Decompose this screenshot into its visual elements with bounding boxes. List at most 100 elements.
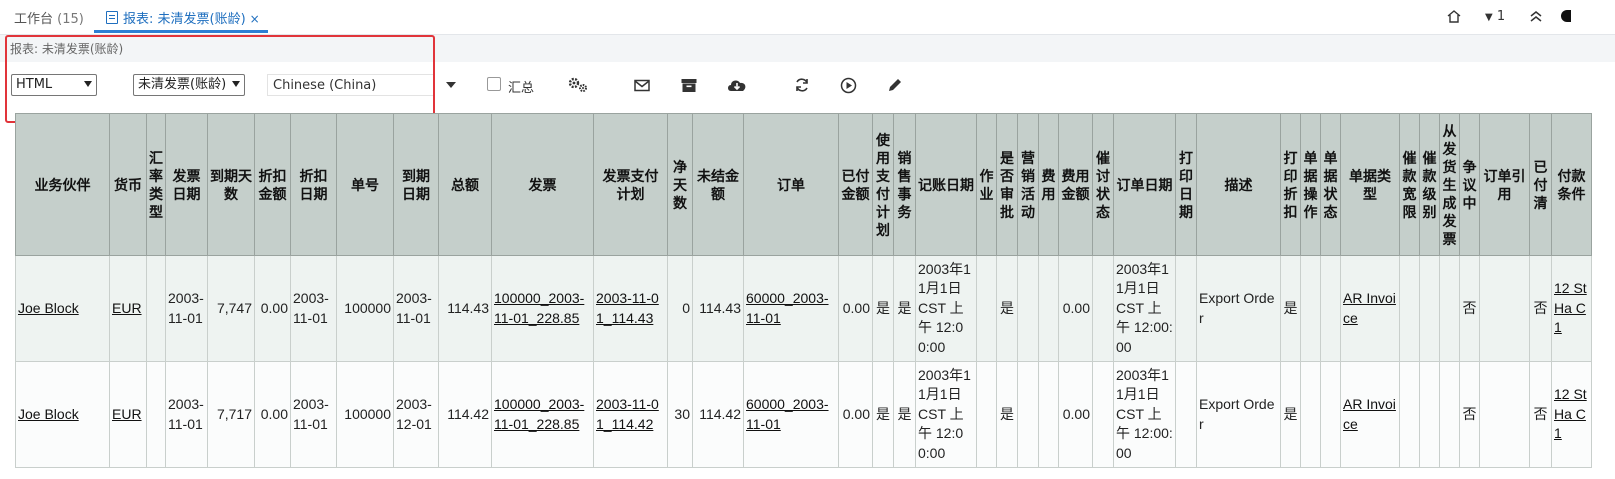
cell-link[interactable]: 12 St Ha C1 — [1554, 386, 1587, 441]
cell-link[interactable]: 100000_2003-11-01_228.85 — [494, 290, 584, 326]
column-header[interactable]: 未结金额 — [692, 113, 744, 256]
column-header[interactable]: 单据状态 — [1320, 113, 1341, 256]
column-header[interactable]: 业务伙伴 — [15, 113, 110, 256]
table-cell[interactable]: EUR — [109, 255, 147, 362]
column-header[interactable]: 到期天数 — [207, 113, 255, 256]
table-cell: 0.00 — [1058, 361, 1093, 468]
cell-link[interactable]: AR Invoice — [1343, 290, 1396, 326]
column-header[interactable]: 从发货生成发票 — [1439, 113, 1460, 256]
column-header[interactable]: 打印折扣 — [1280, 113, 1301, 256]
column-header[interactable]: 发票日期 — [165, 113, 208, 256]
language-select[interactable]: Chinese (China) — [267, 74, 435, 96]
tab-report[interactable]: 报表: 未清发票(账龄) × — [106, 8, 260, 27]
table-cell[interactable]: 60000_2003-11-01 — [743, 361, 839, 468]
column-header[interactable]: 催款级别 — [1419, 113, 1440, 256]
table-row[interactable]: Joe Block EUR 2003-11-01 7,717 0.00 2003-11-0… — [15, 361, 1592, 468]
column-header[interactable]: 付款条件 — [1551, 113, 1592, 256]
table-cell[interactable]: Joe Block — [15, 361, 110, 468]
table-cell — [976, 255, 997, 362]
column-header[interactable]: 汇率类型 — [146, 113, 166, 256]
cell-link[interactable]: Joe Block — [18, 406, 79, 422]
column-header[interactable]: 到期日期 — [393, 113, 439, 256]
column-header[interactable]: 打印日期 — [1175, 113, 1197, 256]
column-header[interactable]: 单号 — [336, 113, 394, 256]
cell-link[interactable]: 60000_2003-11-01 — [746, 290, 829, 326]
summary-checkbox[interactable] — [487, 77, 501, 91]
cell-link[interactable]: 12 St Ha C1 — [1554, 280, 1587, 335]
column-header[interactable]: 单据类型 — [1340, 113, 1400, 256]
play-icon[interactable] — [836, 74, 860, 96]
table-cell[interactable]: Joe Block — [15, 255, 110, 362]
column-header[interactable]: 描述 — [1196, 113, 1281, 256]
report-icon — [106, 11, 118, 24]
column-header[interactable]: 已付清 — [1529, 113, 1552, 256]
table-cell[interactable]: 12 St Ha C1 — [1551, 255, 1592, 362]
table-cell: 2003年11月1日 CST 上午 12:00:00 — [1113, 255, 1176, 362]
column-header[interactable]: 订单 — [743, 113, 839, 256]
table-cell: 2003-11-01 — [165, 361, 208, 468]
column-header[interactable]: 已付金额 — [838, 113, 873, 256]
table-row[interactable]: Joe Block EUR 2003-11-01 7,747 0.00 2003-11-0… — [15, 255, 1592, 362]
cell-link[interactable]: 60000_2003-11-01 — [746, 396, 829, 432]
column-header[interactable]: 发票支付计划 — [593, 113, 668, 256]
column-header[interactable]: 费用 — [1038, 113, 1059, 256]
cloud-download-icon[interactable] — [725, 74, 749, 96]
page-title: 报表: 未清发票(账龄) — [10, 42, 124, 56]
archive-icon[interactable] — [677, 74, 701, 96]
notification-dropdown[interactable]: ▼ 1 — [1485, 9, 1505, 24]
column-header[interactable]: 争议中 — [1459, 113, 1480, 256]
table-cell[interactable]: 100000_2003-11-01_228.85 — [491, 361, 594, 468]
home-icon[interactable] — [1446, 9, 1462, 27]
table-cell[interactable]: 2003-11-01_114.42 — [593, 361, 668, 468]
column-header[interactable]: 净天数 — [667, 113, 693, 256]
collapse-icon[interactable] — [1529, 9, 1543, 27]
column-header[interactable]: 单据操作 — [1300, 113, 1321, 256]
report-select[interactable]: 未清发票(账龄) — [133, 74, 245, 96]
language-dropdown-icon[interactable] — [446, 82, 456, 88]
table-cell[interactable]: 100000_2003-11-01_228.85 — [491, 255, 594, 362]
cell-link[interactable]: 100000_2003-11-01_228.85 — [494, 396, 584, 432]
table-cell[interactable]: AR Invoice — [1340, 255, 1400, 362]
cell-link[interactable]: 2003-11-01_114.42 — [596, 396, 659, 432]
cell-link[interactable]: 2003-11-01_114.43 — [596, 290, 659, 326]
table-cell: 2003-11-01 — [290, 361, 337, 468]
column-header[interactable]: 是否审批 — [996, 113, 1018, 256]
table-cell: 0.00 — [838, 361, 873, 468]
cell-link[interactable]: EUR — [112, 300, 142, 316]
table-cell: 是 — [872, 255, 894, 362]
mail-icon[interactable] — [630, 74, 654, 96]
settings-icon[interactable] — [566, 74, 590, 96]
cell-link[interactable]: AR Invoice — [1343, 396, 1396, 432]
edit-icon[interactable] — [883, 74, 907, 96]
column-header[interactable]: 催讨状态 — [1092, 113, 1114, 256]
table-body: Joe Block EUR 2003-11-01 7,747 0.00 2003-11-0… — [15, 255, 1592, 468]
column-header[interactable]: 销售事务 — [893, 113, 916, 256]
column-header[interactable]: 催款宽限 — [1399, 113, 1420, 256]
table-cell[interactable]: AR Invoice — [1340, 361, 1400, 468]
column-header[interactable]: 使用支付计划 — [872, 113, 894, 256]
table-cell[interactable]: 12 St Ha C1 — [1551, 361, 1592, 468]
tab-workbench[interactable]: 工作台 (15) — [14, 8, 84, 27]
table-cell[interactable]: 2003-11-01_114.43 — [593, 255, 668, 362]
refresh-icon[interactable] — [790, 74, 814, 96]
column-header[interactable]: 营销活动 — [1017, 113, 1039, 256]
column-header[interactable]: 货币 — [109, 113, 147, 256]
chevron-down-icon — [84, 81, 92, 87]
cell-link[interactable]: Joe Block — [18, 300, 79, 316]
column-header[interactable]: 作业 — [976, 113, 997, 256]
column-header[interactable]: 折扣金额 — [254, 113, 291, 256]
cell-link[interactable]: EUR — [112, 406, 142, 422]
report-table-container[interactable]: 业务伙伴 货币 汇率类型 发票日期 到期天数 折扣金额 折扣日期 单号 到期日期 总额 发票 发票支付… — [15, 113, 1615, 479]
column-header[interactable]: 总额 — [438, 113, 492, 256]
column-header[interactable]: 费用金额 — [1058, 113, 1093, 256]
avatar[interactable] — [1561, 10, 1571, 22]
column-header[interactable]: 订单引用 — [1479, 113, 1530, 256]
column-header[interactable]: 发票 — [491, 113, 594, 256]
table-cell[interactable]: 60000_2003-11-01 — [743, 255, 839, 362]
column-header[interactable]: 折扣日期 — [290, 113, 337, 256]
close-icon[interactable]: × — [250, 12, 260, 26]
format-select[interactable]: HTML — [11, 74, 97, 96]
column-header[interactable]: 订单日期 — [1113, 113, 1176, 256]
table-cell[interactable]: EUR — [109, 361, 147, 468]
column-header[interactable]: 记账日期 — [915, 113, 977, 256]
